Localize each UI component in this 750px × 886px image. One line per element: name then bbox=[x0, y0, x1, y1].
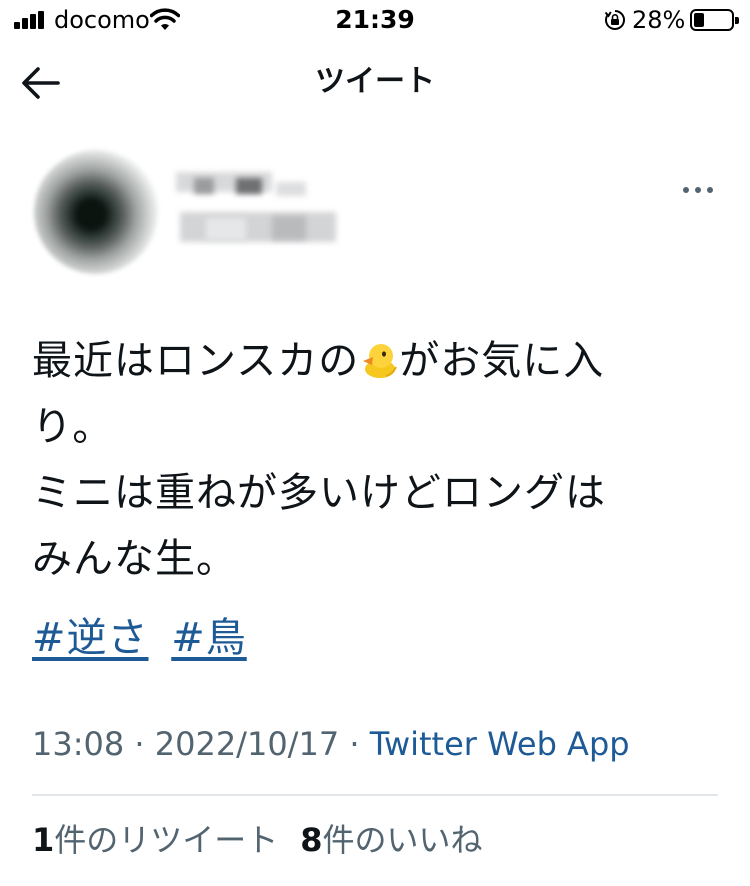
meta-separator: · bbox=[134, 725, 145, 763]
baby-chick-emoji-icon bbox=[363, 344, 398, 378]
tweet-line-1: 最近はロンスカの bbox=[32, 338, 360, 384]
rotation-lock-icon bbox=[604, 10, 625, 30]
divider bbox=[32, 794, 718, 796]
retweets-stat[interactable]: 1件のリツイート bbox=[32, 821, 278, 859]
meta-separator: · bbox=[349, 725, 360, 763]
author-name-blurred[interactable] bbox=[176, 172, 336, 258]
avatar[interactable] bbox=[34, 150, 158, 274]
likes-label: 件のいいね bbox=[322, 821, 483, 859]
tweet-text: 最近はロンスカの がお気に入 り。 ミニは重ねが多いけどロングは みんな生。 bbox=[32, 328, 722, 592]
status-bar: docomo 21:39 28% bbox=[0, 0, 750, 40]
retweets-count: 1 bbox=[32, 821, 55, 859]
engagement-stats: 1件のリツイート 8件のいいね bbox=[32, 818, 483, 862]
tweet-line-1-rest: がお気に入 bbox=[399, 338, 605, 384]
battery-percentage: 28% bbox=[632, 6, 686, 34]
tweet-date: 2022/10/17 bbox=[154, 725, 340, 763]
likes-stat[interactable]: 8件のいいね bbox=[300, 821, 482, 859]
tweet-metadata: 13:08 · 2022/10/17 · Twitter Web App bbox=[32, 722, 630, 766]
more-options-button[interactable] bbox=[680, 178, 716, 202]
battery-icon bbox=[690, 9, 739, 31]
likes-count: 8 bbox=[300, 821, 323, 859]
page-title: ツイート bbox=[315, 64, 435, 99]
hashtag-link[interactable]: #逆さ bbox=[32, 615, 149, 661]
source-app-link[interactable]: Twitter Web App bbox=[370, 725, 630, 763]
top-navigation-bar: ツイート bbox=[0, 50, 750, 114]
hashtag-list: #逆さ #鳥 bbox=[32, 608, 257, 668]
tweet-line-2: り。 bbox=[32, 404, 114, 450]
tweet-line-4: みんな生。 bbox=[32, 536, 237, 582]
retweets-label: 件のリツイート bbox=[54, 821, 279, 859]
hashtag-link[interactable]: #鳥 bbox=[171, 615, 247, 661]
battery-level-fill bbox=[694, 13, 704, 27]
tweet-line-3: ミニは重ねが多いけどロングは bbox=[32, 470, 606, 516]
tweet-time: 13:08 bbox=[32, 725, 125, 763]
